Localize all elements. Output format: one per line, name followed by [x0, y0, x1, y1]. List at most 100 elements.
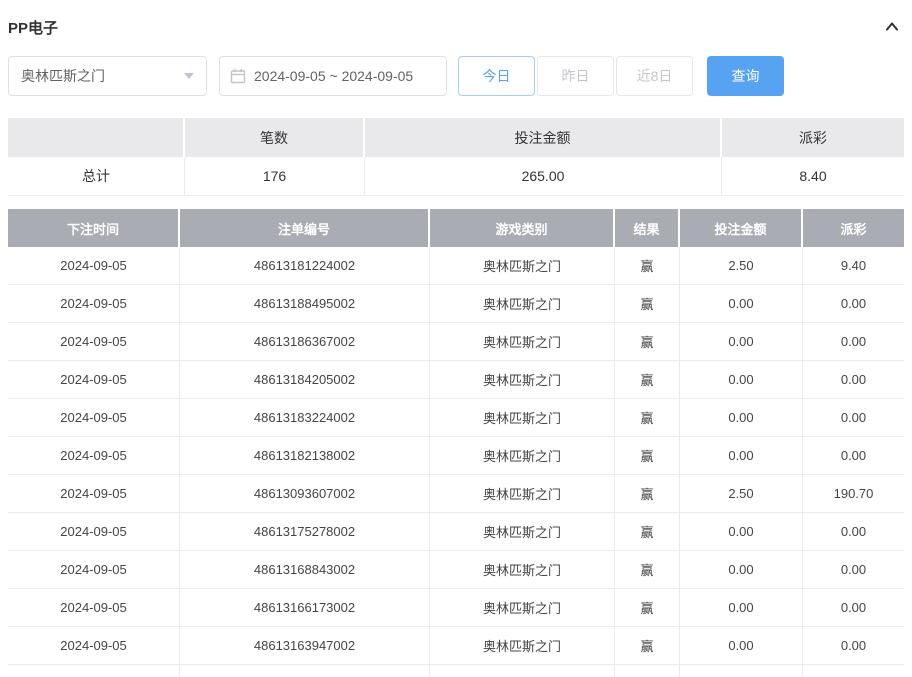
table-row: 2024-09-0548613166173002奥林匹斯之门赢0.000.00 — [8, 589, 904, 627]
cell-payout: 0.00 — [803, 323, 904, 361]
cell-bet-time — [8, 665, 180, 677]
bet-table: 下注时间 注单编号 游戏类别 结果 投注金额 派彩 2024-09-054861… — [8, 209, 904, 677]
cell-payout — [803, 665, 904, 677]
cell-bet-amount — [680, 665, 803, 677]
cell-game-type: 奥林匹斯之门 — [430, 475, 615, 513]
calendar-icon — [230, 68, 246, 84]
cell-order-id: 48613093607002 — [180, 475, 430, 513]
cell-game-type: 奥林匹斯之门 — [430, 589, 615, 627]
summary-total-label: 总计 — [8, 157, 185, 196]
cell-bet-amount: 0.00 — [680, 627, 803, 665]
table-row: 2024-09-0548613182138002奥林匹斯之门赢0.000.00 — [8, 437, 904, 475]
cell-bet-amount: 0.00 — [680, 323, 803, 361]
table-row: 2024-09-0548613093607002奥林匹斯之门赢2.50190.7… — [8, 475, 904, 513]
cell-payout: 0.00 — [803, 589, 904, 627]
cell-game-type — [430, 665, 615, 677]
cell-result: 赢 — [615, 513, 680, 551]
summary-total-payout: 8.40 — [722, 157, 904, 196]
cell-payout: 0.00 — [803, 551, 904, 589]
table-row: 2024-09-0548613175278002奥林匹斯之门赢0.000.00 — [8, 513, 904, 551]
cell-result: 赢 — [615, 323, 680, 361]
cell-order-id — [180, 665, 430, 677]
filter-row: 奥林匹斯之门 2024-09-05 ~ 2024-09-05 今日 昨日 近8日… — [8, 56, 904, 96]
panel-header: PP电子 — [8, 12, 904, 42]
summary-total-row: 总计 176 265.00 8.40 — [8, 157, 904, 196]
cell-result: 赢 — [615, 285, 680, 323]
cell-game-type: 奥林匹斯之门 — [430, 361, 615, 399]
cell-order-id: 48613181224002 — [180, 247, 430, 285]
cell-game-type: 奥林匹斯之门 — [430, 285, 615, 323]
cell-bet-amount: 0.00 — [680, 361, 803, 399]
cell-bet-time: 2024-09-05 — [8, 513, 180, 551]
cell-order-id: 48613186367002 — [180, 323, 430, 361]
bet-table-body: 2024-09-0548613181224002奥林匹斯之门赢2.509.402… — [8, 247, 904, 677]
quick-button-today[interactable]: 今日 — [458, 56, 535, 96]
chevron-down-icon — [184, 73, 194, 79]
table-row: 2024-09-0548613183224002奥林匹斯之门赢0.000.00 — [8, 399, 904, 437]
cell-result: 赢 — [615, 589, 680, 627]
cell-result: 赢 — [615, 399, 680, 437]
summary-col-payout: 派彩 — [722, 118, 904, 157]
col-bet-time: 下注时间 — [8, 209, 180, 247]
cell-bet-amount: 0.00 — [680, 513, 803, 551]
cell-bet-amount: 0.00 — [680, 437, 803, 475]
col-bet-amount: 投注金额 — [680, 209, 803, 247]
table-row: 2024-09-0548613181224002奥林匹斯之门赢2.509.40 — [8, 247, 904, 285]
summary-total-bet-amount: 265.00 — [365, 157, 722, 196]
summary-col-bet-amount: 投注金额 — [365, 118, 722, 157]
cell-bet-amount: 0.00 — [680, 589, 803, 627]
panel-title: PP电子 — [8, 17, 58, 38]
cell-result: 赢 — [615, 437, 680, 475]
table-row: 2024-09-0548613186367002奥林匹斯之门赢0.000.00 — [8, 323, 904, 361]
cell-order-id: 48613183224002 — [180, 399, 430, 437]
search-button[interactable]: 查询 — [707, 56, 784, 96]
table-row: 2024-09-0548613168843002奥林匹斯之门赢0.000.00 — [8, 551, 904, 589]
cell-order-id: 48613168843002 — [180, 551, 430, 589]
summary-header-row: 笔数 投注金额 派彩 — [8, 118, 904, 157]
cell-order-id: 48613184205002 — [180, 361, 430, 399]
cell-payout: 0.00 — [803, 285, 904, 323]
cell-result: 赢 — [615, 247, 680, 285]
cell-bet-time: 2024-09-05 — [8, 627, 180, 665]
table-row: 2024-09-0548613184205002奥林匹斯之门赢0.000.00 — [8, 361, 904, 399]
summary-total-count: 176 — [185, 157, 365, 196]
summary-col-count: 笔数 — [185, 118, 365, 157]
cell-result — [615, 665, 680, 677]
col-order-id: 注单编号 — [180, 209, 430, 247]
cell-payout: 0.00 — [803, 399, 904, 437]
cell-game-type: 奥林匹斯之门 — [430, 323, 615, 361]
cell-bet-amount: 2.50 — [680, 475, 803, 513]
cell-bet-amount: 2.50 — [680, 247, 803, 285]
cell-game-type: 奥林匹斯之门 — [430, 399, 615, 437]
cell-bet-time: 2024-09-05 — [8, 323, 180, 361]
game-select[interactable]: 奥林匹斯之门 — [8, 56, 207, 96]
cell-bet-time: 2024-09-05 — [8, 285, 180, 323]
table-row: 2024-09-0548613163947002奥林匹斯之门赢0.000.00 — [8, 627, 904, 665]
cell-bet-amount: 0.00 — [680, 399, 803, 437]
date-range-input[interactable]: 2024-09-05 ~ 2024-09-05 — [219, 56, 447, 96]
chevron-up-icon — [883, 18, 901, 36]
date-range-value: 2024-09-05 ~ 2024-09-05 — [254, 68, 413, 84]
cell-bet-time: 2024-09-05 — [8, 399, 180, 437]
cell-game-type: 奥林匹斯之门 — [430, 437, 615, 475]
table-row-partial — [8, 665, 904, 677]
cell-result: 赢 — [615, 627, 680, 665]
quick-button-last8days[interactable]: 近8日 — [616, 56, 693, 96]
cell-payout: 0.00 — [803, 513, 904, 551]
collapse-button[interactable] — [880, 15, 904, 39]
cell-payout: 0.00 — [803, 627, 904, 665]
cell-payout: 0.00 — [803, 437, 904, 475]
cell-order-id: 48613182138002 — [180, 437, 430, 475]
bet-table-header-row: 下注时间 注单编号 游戏类别 结果 投注金额 派彩 — [8, 209, 904, 247]
col-game-type: 游戏类别 — [430, 209, 615, 247]
quick-button-yesterday[interactable]: 昨日 — [537, 56, 614, 96]
cell-bet-amount: 0.00 — [680, 285, 803, 323]
cell-bet-time: 2024-09-05 — [8, 551, 180, 589]
cell-bet-amount: 0.00 — [680, 551, 803, 589]
col-payout: 派彩 — [803, 209, 904, 247]
cell-order-id: 48613175278002 — [180, 513, 430, 551]
cell-game-type: 奥林匹斯之门 — [430, 627, 615, 665]
cell-game-type: 奥林匹斯之门 — [430, 551, 615, 589]
cell-bet-time: 2024-09-05 — [8, 361, 180, 399]
summary-col-blank — [8, 118, 185, 157]
